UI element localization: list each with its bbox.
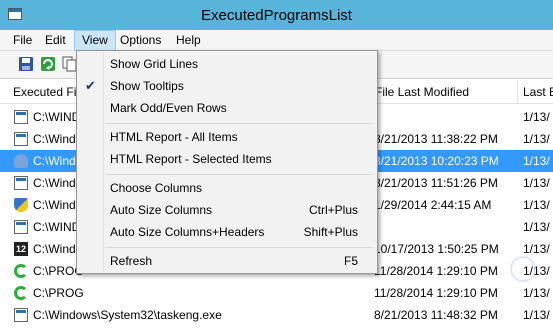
row-modified: 11/28/2014 1:29:10 PM	[374, 286, 498, 300]
menu-item-refresh[interactable]: Refresh F5	[79, 250, 375, 272]
save-button[interactable]	[18, 56, 36, 74]
save-icon	[19, 57, 33, 71]
row-modified: 8/21/2013 11:51:26 PM	[374, 176, 498, 190]
menu-item-mark-odd-even-rows[interactable]: Mark Odd/Even Rows	[79, 97, 375, 119]
sync-icon	[14, 264, 28, 278]
row-last-executed: 1/13/	[523, 110, 550, 124]
row-last-executed: 1/13/	[523, 132, 550, 146]
column-header-last-executed[interactable]: Last E	[518, 80, 553, 104]
menu-help[interactable]: Help	[169, 30, 208, 51]
menu-separator	[106, 123, 372, 124]
view-menu-dropdown: Show Grid Lines ✔ Show Tooltips Mark Odd…	[76, 50, 378, 274]
checkmark-icon: ✔	[85, 78, 96, 93]
sync-icon	[14, 286, 28, 300]
window-icon	[14, 220, 28, 234]
row-modified: 11/28/2014 1:29:10 PM	[374, 264, 498, 278]
app-window: ExecutedProgramsList File Edit View Opti…	[0, 0, 553, 328]
menu-item-auto-size-columns[interactable]: Auto Size Columns Ctrl+Plus	[79, 199, 375, 221]
column-header-file-last-modified[interactable]: File Last Modified	[370, 80, 518, 104]
refresh-icon	[41, 57, 55, 71]
menu-item-show-tooltips[interactable]: ✔ Show Tooltips	[79, 75, 375, 97]
menu-item-html-report-selected[interactable]: HTML Report - Selected Items	[79, 148, 375, 170]
window-icon	[14, 110, 28, 124]
window-icon	[14, 308, 28, 322]
row-last-executed: 1/13/	[523, 198, 550, 212]
menu-view[interactable]: View	[74, 30, 116, 51]
menu-separator	[106, 247, 372, 248]
shortcut-label: F5	[343, 254, 358, 268]
row-modified: 10/17/2013 1:50:25 PM	[374, 242, 499, 256]
row-last-executed: 1/13/	[523, 308, 550, 322]
menu-item-choose-columns[interactable]: Choose Columns	[79, 177, 375, 199]
shield-icon	[14, 198, 28, 212]
list-row[interactable]: C:\Windows\System32\taskeng.exe 8/21/201…	[0, 304, 553, 326]
watermark-logo	[510, 256, 536, 282]
row-modified: 8/21/2013 10:20:23 PM	[374, 154, 499, 168]
list-row[interactable]: C:\PROG 11/28/2014 1:29:10 PM 1/13/	[0, 282, 553, 304]
user-icon	[14, 154, 28, 168]
window-title: ExecutedProgramsList	[201, 7, 352, 24]
row-last-executed: 1/13/	[523, 220, 550, 234]
row-path: C:\PROG	[33, 286, 84, 300]
window-icon	[14, 132, 28, 146]
row-last-executed: 1/13/	[523, 154, 550, 168]
row-modified: 8/21/2013 11:38:22 PM	[374, 132, 498, 146]
menu-separator	[106, 174, 372, 175]
shortcut-label: Ctrl+Plus	[308, 203, 358, 217]
menu-options[interactable]: Options	[113, 30, 168, 51]
menu-file[interactable]: File	[6, 30, 39, 51]
row-modified: 1/29/2014 2:44:15 AM	[374, 198, 492, 212]
shortcut-label: Shift+Plus	[303, 225, 358, 239]
refresh-button[interactable]	[40, 56, 58, 74]
menu-edit[interactable]: Edit	[38, 30, 73, 51]
row-path: C:\Windows\System32\taskeng.exe	[33, 308, 222, 322]
row-modified: 8/21/2013 11:48:32 PM	[374, 308, 498, 322]
row-last-executed: 1/13/	[523, 286, 550, 300]
menu-item-html-report-all[interactable]: HTML Report - All Items	[79, 126, 375, 148]
menu-bar: File Edit View Options Help	[0, 30, 553, 51]
row-last-executed: 1/13/	[523, 176, 550, 190]
number-12-icon: 12	[14, 242, 28, 256]
window-icon	[14, 176, 28, 190]
title-bar[interactable]: ExecutedProgramsList	[0, 0, 553, 30]
menu-item-auto-size-columns-headers[interactable]: Auto Size Columns+Headers Shift+Plus	[79, 221, 375, 243]
menu-item-show-grid-lines[interactable]: Show Grid Lines	[79, 53, 375, 75]
